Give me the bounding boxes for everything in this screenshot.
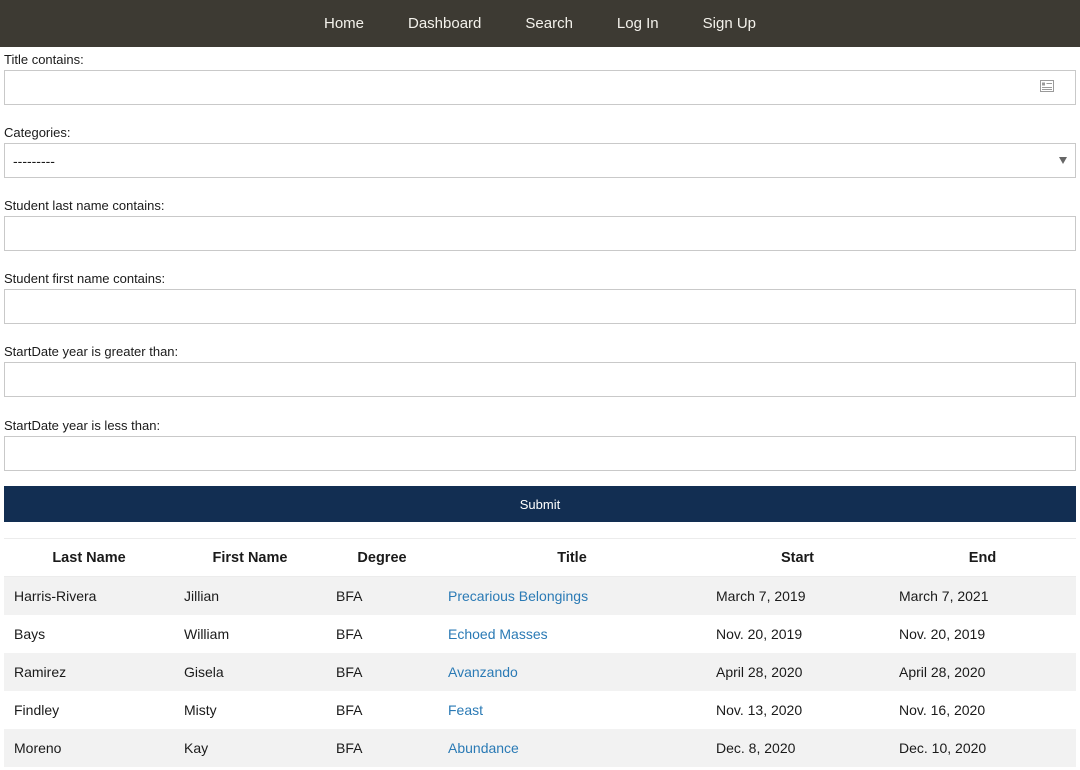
title-link[interactable]: Feast: [448, 702, 483, 718]
first-name-label: Student first name contains:: [4, 271, 166, 286]
cell-first-name: William: [174, 614, 326, 653]
cell-title: Echoed Masses: [438, 614, 706, 653]
col-first-name[interactable]: First Name: [174, 538, 326, 577]
cell-degree: BFA: [326, 690, 438, 729]
title-link[interactable]: Precarious Belongings: [448, 588, 588, 604]
start-year-lt-label: StartDate year is less than:: [4, 418, 161, 433]
cell-start: March 7, 2019: [706, 576, 889, 615]
cell-title: Abundance: [438, 728, 706, 767]
cell-degree: BFA: [326, 728, 438, 767]
cell-title: Feast: [438, 690, 706, 729]
cell-first-name: Jillian: [174, 576, 326, 615]
table-row: Harris-Rivera Jillian BFA Precarious Bel…: [4, 576, 1076, 615]
start-year-lt-input[interactable]: [4, 436, 1076, 471]
cell-last-name: Moreno: [4, 728, 174, 767]
nav-login[interactable]: Log In: [595, 15, 681, 32]
cell-first-name: Kay: [174, 728, 326, 767]
table-row: Findley Misty BFA Feast Nov. 13, 2020 No…: [4, 690, 1076, 729]
last-name-input[interactable]: [4, 216, 1076, 251]
start-year-gt-label: StartDate year is greater than:: [4, 344, 179, 359]
table-row: Ramirez Gisela BFA Avanzando April 28, 2…: [4, 652, 1076, 691]
title-link[interactable]: Avanzando: [448, 664, 518, 680]
title-link[interactable]: Abundance: [448, 740, 519, 756]
cell-degree: BFA: [326, 614, 438, 653]
nav-home[interactable]: Home: [302, 15, 386, 32]
contact-card-icon[interactable]: [1040, 80, 1054, 92]
cell-title: Avanzando: [438, 652, 706, 691]
cell-last-name: Harris-Rivera: [4, 576, 174, 615]
col-start[interactable]: Start: [706, 538, 889, 577]
nav-search[interactable]: Search: [503, 15, 595, 32]
table-header-row: Last Name First Name Degree Title Start …: [4, 538, 1076, 577]
col-degree[interactable]: Degree: [326, 538, 438, 577]
start-year-gt-input[interactable]: [4, 362, 1076, 397]
top-navbar: Home Dashboard Search Log In Sign Up: [0, 0, 1080, 47]
cell-last-name: Bays: [4, 614, 174, 653]
cell-last-name: Ramirez: [4, 652, 174, 691]
cell-start: Nov. 20, 2019: [706, 614, 889, 653]
nav-signup[interactable]: Sign Up: [681, 15, 778, 32]
cell-first-name: Gisela: [174, 652, 326, 691]
categories-selected-value: ---------: [13, 152, 55, 169]
col-title[interactable]: Title: [438, 538, 706, 577]
cell-end: Dec. 10, 2020: [889, 728, 1076, 767]
title-input[interactable]: [4, 70, 1076, 105]
categories-label: Categories:: [4, 125, 71, 140]
results-table: Last Name First Name Degree Title Start …: [4, 538, 1076, 767]
col-end[interactable]: End: [889, 538, 1076, 577]
cell-start: Nov. 13, 2020: [706, 690, 889, 729]
last-name-label: Student last name contains:: [4, 198, 165, 213]
cell-start: April 28, 2020: [706, 652, 889, 691]
cell-degree: BFA: [326, 652, 438, 691]
cell-start: Dec. 8, 2020: [706, 728, 889, 767]
cell-end: Nov. 16, 2020: [889, 690, 1076, 729]
submit-button[interactable]: Submit: [4, 486, 1076, 522]
dropdown-arrow-icon: [1059, 157, 1067, 164]
first-name-input[interactable]: [4, 289, 1076, 324]
cell-end: March 7, 2021: [889, 576, 1076, 615]
cell-title: Precarious Belongings: [438, 576, 706, 615]
cell-end: April 28, 2020: [889, 652, 1076, 691]
table-row: Moreno Kay BFA Abundance Dec. 8, 2020 De…: [4, 728, 1076, 767]
nav-dashboard[interactable]: Dashboard: [386, 15, 503, 32]
cell-first-name: Misty: [174, 690, 326, 729]
cell-last-name: Findley: [4, 690, 174, 729]
cell-end: Nov. 20, 2019: [889, 614, 1076, 653]
title-label: Title contains:: [4, 52, 84, 67]
cell-degree: BFA: [326, 576, 438, 615]
table-row: Bays William BFA Echoed Masses Nov. 20, …: [4, 614, 1076, 653]
title-link[interactable]: Echoed Masses: [448, 626, 548, 642]
categories-select[interactable]: ---------: [4, 143, 1076, 178]
col-last-name[interactable]: Last Name: [4, 538, 174, 577]
